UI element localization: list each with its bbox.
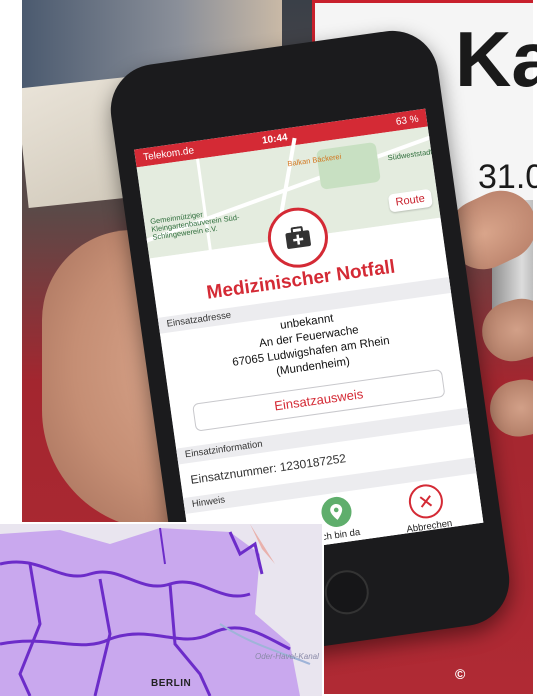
cancel-label: Abbrechen [405, 518, 453, 536]
battery-label: 63 % [395, 113, 420, 128]
emergency-card: Medizinischer Notfall Einsatzadresse unb… [149, 217, 484, 564]
clock: 10:44 [261, 131, 289, 147]
arrived-label: Ich bin da [318, 526, 361, 544]
copyright-mark: © [455, 666, 466, 682]
finger [475, 291, 533, 369]
region-map [0, 524, 311, 696]
location-pin-icon [319, 494, 354, 529]
map-label-garden: Gemeinnütziger Kleingartenbauverein Süd-… [149, 209, 240, 242]
route-button[interactable]: Route [387, 188, 433, 213]
app-screen: Telekom.de 10:44 63 % Gemeinnütziger Kle… [134, 108, 484, 564]
banner-date: 31.0 [478, 158, 537, 196]
finger [485, 375, 533, 441]
city-label: BERLIN [151, 678, 192, 689]
close-icon [406, 482, 446, 521]
region-map-inset: Oder-Havel-Kanal [0, 522, 324, 696]
river-label: Oder-Havel-Kanal [255, 652, 319, 661]
home-button[interactable] [321, 567, 372, 618]
cancel-button[interactable]: Abbrechen [384, 479, 470, 538]
banner-text: Ka [455, 15, 537, 103]
